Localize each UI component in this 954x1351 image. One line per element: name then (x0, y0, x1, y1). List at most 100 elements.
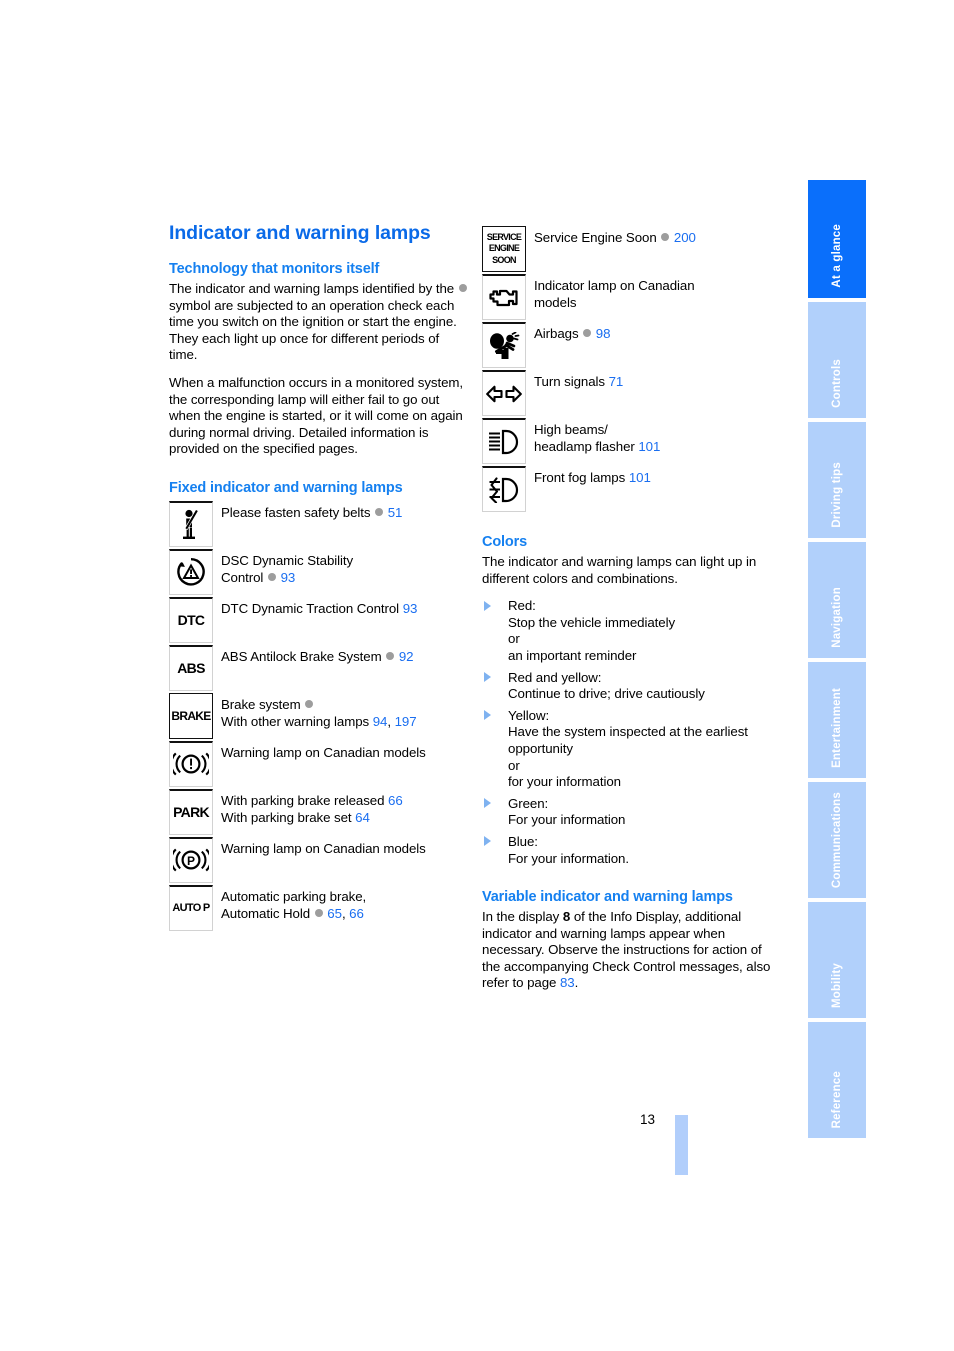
triangle-bullet-icon (484, 836, 491, 847)
color-list-item: Green: For your information (482, 796, 782, 829)
page-reference-71[interactable]: 71 (609, 374, 624, 389)
page-reference-98[interactable]: 98 (596, 326, 611, 341)
lamp-description: Indicator lamp on Canadian models (534, 274, 782, 311)
paragraph-operation-check: The indicator and warning lamps identifi… (169, 281, 469, 364)
lamp-description: Warning lamp on Canadian models (221, 837, 469, 858)
abs-icon-label: ABS (177, 660, 205, 677)
sidebar-tab-label: Navigation (831, 587, 843, 648)
lamp-description: Airbags 98 (534, 322, 782, 343)
turn-signal-icon (482, 370, 526, 416)
lamp-description: Turn signals 71 (534, 370, 782, 391)
airbag-icon (482, 322, 526, 368)
sidebar-tab-label: Mobility (831, 962, 843, 1008)
sidebar-tab-reference[interactable]: Reference (808, 1022, 866, 1138)
seatbelt-icon (169, 500, 213, 547)
lamp-row: Please fasten safety belts 51 (169, 500, 469, 547)
lamp-line-1: Brake system (221, 696, 301, 712)
lamp-line-1: DSC Dynamic Stability (221, 552, 354, 568)
page-reference-200[interactable]: 200 (674, 230, 696, 245)
page-reference-51[interactable]: 51 (388, 505, 403, 520)
heading-colors: Colors (482, 534, 528, 550)
paragraph-colors-intro: The indicator and warning lamps can ligh… (482, 554, 757, 586)
heading-technology-monitors-itself: Technology that monitors itself (169, 261, 380, 277)
lamp-row: DSC Dynamic Stability Control 93 (169, 548, 469, 595)
sidebar-tab-label: Entertainment (831, 688, 843, 768)
lamp-description: Please fasten safety belts 51 (221, 501, 469, 522)
sidebar-tab-label: Controls (831, 359, 843, 408)
brake-icon-label: BRAKE (171, 708, 211, 723)
page-reference-92[interactable]: 92 (399, 649, 414, 664)
page-reference-94[interactable]: 94 (373, 714, 388, 729)
lamp-line-1: Warning lamp on Canadian models (221, 840, 426, 856)
triangle-bullet-icon (484, 798, 491, 809)
page-reference-93[interactable]: 93 (403, 601, 418, 616)
page-reference-197[interactable]: 197 (395, 714, 417, 729)
lamp-description: Automatic parking brake, Automatic Hold 6… (221, 885, 469, 922)
abs-icon: ABS (169, 644, 213, 691)
park-icon: PARK (169, 788, 213, 835)
brake-warning-canadian-icon (169, 740, 213, 787)
page-reference-66[interactable]: 66 (388, 793, 403, 808)
color-list-item: Red and yellow: Continue to drive; drive … (482, 670, 782, 703)
sidebar-tab-at-a-glance[interactable]: At a glance (808, 180, 866, 298)
dtc-icon-label: DTC (177, 612, 205, 629)
page-reference-101[interactable]: 101 (629, 470, 651, 485)
page-title: Indicator and warning lamps (169, 222, 431, 244)
page-reference-66[interactable]: 66 (349, 906, 364, 921)
colors-bullet-list: Red: Stop the vehicle immediately or an imp… (482, 598, 782, 867)
variable-text-c: . (574, 975, 579, 991)
operation-check-circle-icon (267, 572, 276, 581)
lamp-row: PARK With parking brake released 66 With p… (169, 788, 469, 835)
lamp-row: High beams/headlamp flasher 101 (482, 418, 782, 464)
lamp-line-1: Front fog lamps (534, 470, 626, 485)
page-reference-65[interactable]: 65 (327, 906, 342, 921)
sidebar-tab-controls[interactable]: Controls (808, 302, 866, 418)
front-fog-lamp-icon (482, 466, 526, 512)
park-icon-label: PARK (173, 804, 210, 821)
triangle-bullet-icon (484, 710, 491, 721)
sidebar-tab-communications[interactable]: Communications (808, 782, 866, 898)
page-reference-64[interactable]: 64 (355, 810, 370, 825)
auto-p-icon: AUTO P (169, 884, 213, 931)
sidebar-tab-mobility[interactable]: Mobility (808, 902, 866, 1018)
page-reference-83[interactable]: 83 (560, 975, 575, 990)
page-number: 13 (640, 1112, 656, 1127)
page-marker-bar (675, 1115, 688, 1175)
sidebar-tab-navigation[interactable]: Navigation (808, 542, 866, 658)
lamp-row: Turn signals 71 (482, 370, 782, 416)
lamp-description: Brake system With other warning lamps 94… (221, 693, 469, 730)
section-tabs: At a glance Controls Driving tips Navigatio… (808, 180, 866, 1170)
color-list-item-text: Green: For your information (508, 795, 626, 828)
lamp-row: ABS ABS Antilock Brake System 92 (169, 644, 469, 691)
page-separator: , (387, 713, 395, 729)
lamp-description: DSC Dynamic Stability Control 93 (221, 549, 469, 586)
lamp-row: Front fog lamps 101 (482, 466, 782, 512)
lamp-row: BRAKE Brake system With other warning lam… (169, 692, 469, 739)
parking-brake-canadian-icon: P (169, 836, 213, 883)
display-reference: 8 (562, 909, 571, 925)
lamp-row: Airbags 98 (482, 322, 782, 368)
sidebar-tab-driving-tips[interactable]: Driving tips (808, 422, 866, 538)
high-beam-icon (482, 418, 526, 464)
service-engine-soon-icon: SERVICE ENGINE SOON (482, 226, 526, 272)
sidebar-tab-label: Communications (831, 791, 843, 888)
operation-check-circle-icon (661, 233, 670, 241)
lamp-description: High beams/headlamp flasher 101 (534, 418, 782, 455)
brake-icon: BRAKE (169, 692, 213, 739)
color-list-item-text: Red: Stop the vehicle immediately or an imp… (508, 598, 676, 663)
lamp-description: Front fog lamps 101 (534, 466, 782, 487)
lamp-line-1: High beams/ (534, 422, 608, 437)
sidebar-tab-entertainment[interactable]: Entertainment (808, 662, 866, 778)
sidebar-tab-label: Driving tips (831, 462, 843, 528)
triangle-bullet-icon (484, 600, 491, 611)
lamp-line-1: ABS Antilock Brake System (221, 648, 382, 664)
lamp-line-1: Service Engine Soon (534, 230, 657, 245)
paragraph-malfunction: When a malfunction occurs in a monitored… (169, 374, 463, 457)
page-reference-93[interactable]: 93 (281, 570, 296, 585)
lamp-line-1: Warning lamp on Canadian models (221, 744, 426, 760)
lamp-line-1: Airbags (534, 326, 579, 341)
lamp-line-2: Automatic Hold (221, 905, 311, 921)
page-reference-101[interactable]: 101 (638, 439, 660, 454)
dtc-icon: DTC (169, 596, 213, 643)
fixed-lamp-list: Please fasten safety belts 51 DSC Dynamic… (169, 500, 469, 931)
